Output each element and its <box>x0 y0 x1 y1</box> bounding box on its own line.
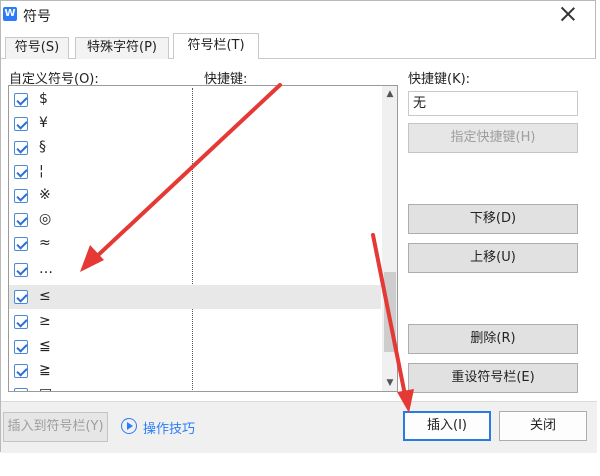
assign-shortcut-button[interactable]: 指定快捷键(H) <box>408 123 578 153</box>
list-item[interactable]: $ <box>9 88 381 112</box>
check-icon[interactable] <box>14 340 28 354</box>
symbol-text: ≧ <box>39 362 51 378</box>
list-item[interactable]: ◎ <box>9 208 381 232</box>
tab-symbol[interactable]: 符号(S) <box>5 37 69 59</box>
check-icon[interactable] <box>14 141 28 155</box>
symbol-text: ≥ <box>39 313 51 329</box>
list-item[interactable]: … <box>9 258 381 282</box>
check-icon[interactable] <box>14 263 28 277</box>
check-icon[interactable] <box>14 388 28 391</box>
shortcut-key-label: 快捷键(K): <box>408 72 471 87</box>
symbol-text: § <box>39 139 46 155</box>
close-button[interactable]: 关闭 <box>499 411 587 441</box>
delete-button[interactable]: 删除(R) <box>408 324 578 354</box>
symbol-text: ≈ <box>39 235 51 251</box>
scroll-down-icon[interactable]: ▼ <box>382 375 397 391</box>
list-item[interactable]: ¥ <box>9 112 381 136</box>
list-item[interactable]: ≥ <box>9 310 381 334</box>
symbol-text: ≤ <box>39 288 51 304</box>
list-item[interactable]: ≦ <box>9 335 381 359</box>
list-item[interactable]: ¦ <box>9 160 381 184</box>
vertical-scrollbar[interactable]: ▲ ▼ <box>382 86 397 391</box>
window-title: 符号 <box>23 9 51 25</box>
insert-button[interactable]: 插入(I) <box>403 411 491 441</box>
symbol-text: ◎ <box>39 211 52 227</box>
check-icon[interactable] <box>14 165 28 179</box>
list-item[interactable]: □ <box>9 383 381 391</box>
list-item[interactable]: ≈ <box>9 232 381 256</box>
check-icon[interactable] <box>14 213 28 227</box>
title-bar: W 符号 <box>1 1 595 29</box>
scroll-thumb[interactable] <box>384 272 396 352</box>
scroll-up-icon[interactable]: ▲ <box>382 86 397 102</box>
check-icon[interactable] <box>14 290 28 304</box>
move-up-button[interactable]: 上移(U) <box>408 243 578 273</box>
check-icon[interactable] <box>14 315 28 329</box>
play-circle-icon[interactable] <box>121 418 137 434</box>
list-item-selected[interactable]: ≤ <box>9 285 381 309</box>
symbol-text: ¥ <box>39 115 48 131</box>
tips-link[interactable]: 操作技巧 <box>143 418 195 437</box>
symbol-text: ※ <box>39 187 51 203</box>
check-icon[interactable] <box>14 364 28 378</box>
insert-to-bar-button[interactable]: 插入到符号栏(Y) <box>3 412 108 442</box>
list-item[interactable]: ≧ <box>9 359 381 383</box>
tab-special-chars[interactable]: 特殊字符(P) <box>75 37 169 59</box>
reset-symbol-bar-button[interactable]: 重设符号栏(E) <box>408 363 578 393</box>
symbol-text: $ <box>39 91 48 107</box>
check-icon[interactable] <box>14 93 28 107</box>
symbol-dialog: W 符号 符号(S) 特殊字符(P) 符号栏(T) 自定义符号(O): 快捷键:… <box>0 0 597 453</box>
tab-symbol-bar[interactable]: 符号栏(T) <box>173 33 259 60</box>
list-item[interactable]: ※ <box>9 184 381 208</box>
check-icon[interactable] <box>14 189 28 203</box>
custom-symbol-list[interactable]: $ ¥ § ¦ ※ ◎ ≈ … ≤ ≥ ≦ ≧ ▲ ▼ <box>8 85 398 392</box>
list-item[interactable]: § <box>9 136 381 160</box>
symbol-text: ≦ <box>39 338 51 354</box>
move-down-button[interactable]: 下移(D) <box>408 204 578 234</box>
shortcut-key-field[interactable]: 无 <box>408 91 578 116</box>
symbol-text: □ <box>39 386 52 391</box>
check-icon[interactable] <box>14 237 28 251</box>
wps-icon: W <box>3 7 17 21</box>
check-icon[interactable] <box>14 117 28 131</box>
symbol-text: ¦ <box>39 163 44 179</box>
close-icon[interactable] <box>557 3 579 25</box>
tab-bar: 符号(S) 特殊字符(P) 符号栏(T) <box>1 33 595 60</box>
symbol-text: … <box>39 261 53 277</box>
